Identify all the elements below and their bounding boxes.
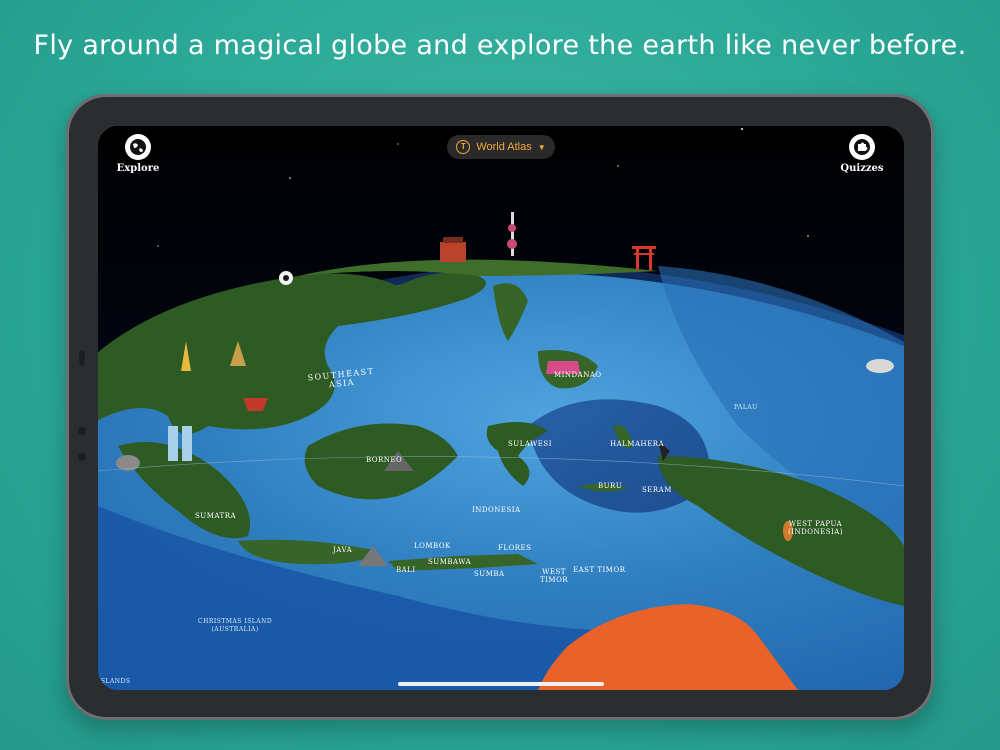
camera-dot bbox=[78, 427, 86, 435]
filter-icon: T bbox=[456, 140, 471, 154]
label-palau: PALAU bbox=[734, 404, 758, 411]
label-sumbawa: SUMBAWA bbox=[428, 558, 472, 566]
label-mindanao: MINDANAO bbox=[554, 371, 602, 379]
label-east-timor: EAST TIMOR bbox=[573, 566, 626, 574]
sensor-dot bbox=[78, 453, 86, 461]
label-seram: SERAM bbox=[642, 486, 672, 494]
label-flores: FLORES bbox=[498, 544, 532, 552]
explore-label: Explore bbox=[116, 163, 160, 174]
label-lombok: LOMBOK bbox=[414, 542, 451, 550]
label-sumba: SUMBA bbox=[474, 570, 505, 578]
explore-button[interactable]: Explore bbox=[108, 134, 168, 174]
world-atlas-dropdown[interactable]: T World Atlas ▼ bbox=[447, 135, 555, 159]
label-west-papua: WEST PAPUA (INDONESIA) bbox=[788, 520, 844, 536]
globe-map[interactable] bbox=[98, 126, 904, 690]
quizzes-label: Quizzes bbox=[840, 163, 884, 174]
app-screen: SOUTHEAST ASIA BORNEO SUMATRA JAVA BALI … bbox=[98, 126, 904, 690]
caret-down-icon: ▼ bbox=[537, 142, 546, 152]
headline: Fly around a magical globe and explore t… bbox=[33, 30, 967, 61]
label-bali: BALI bbox=[396, 566, 416, 574]
label-sulawesi: SULAWESI bbox=[508, 440, 552, 448]
label-sumatra: SUMATRA bbox=[195, 512, 237, 520]
volume-button bbox=[79, 350, 85, 366]
puzzle-icon bbox=[849, 134, 875, 160]
label-buru: BURU bbox=[598, 482, 623, 490]
label-java: JAVA bbox=[333, 546, 353, 554]
label-west-timor: WEST TIMOR bbox=[540, 568, 569, 584]
quizzes-button[interactable]: Quizzes bbox=[832, 134, 892, 174]
label-indonesia: INDONESIA bbox=[472, 506, 521, 514]
label-islands: ISLANDS bbox=[98, 678, 131, 685]
world-atlas-label: World Atlas bbox=[476, 141, 532, 153]
globe-icon bbox=[125, 134, 151, 160]
label-christmas-island: CHRISTMAS ISLAND (AUSTRALIA) bbox=[198, 618, 273, 633]
home-indicator[interactable] bbox=[398, 682, 604, 686]
label-halmahera: HALMAHERA bbox=[610, 440, 665, 448]
label-borneo: BORNEO bbox=[366, 456, 403, 464]
